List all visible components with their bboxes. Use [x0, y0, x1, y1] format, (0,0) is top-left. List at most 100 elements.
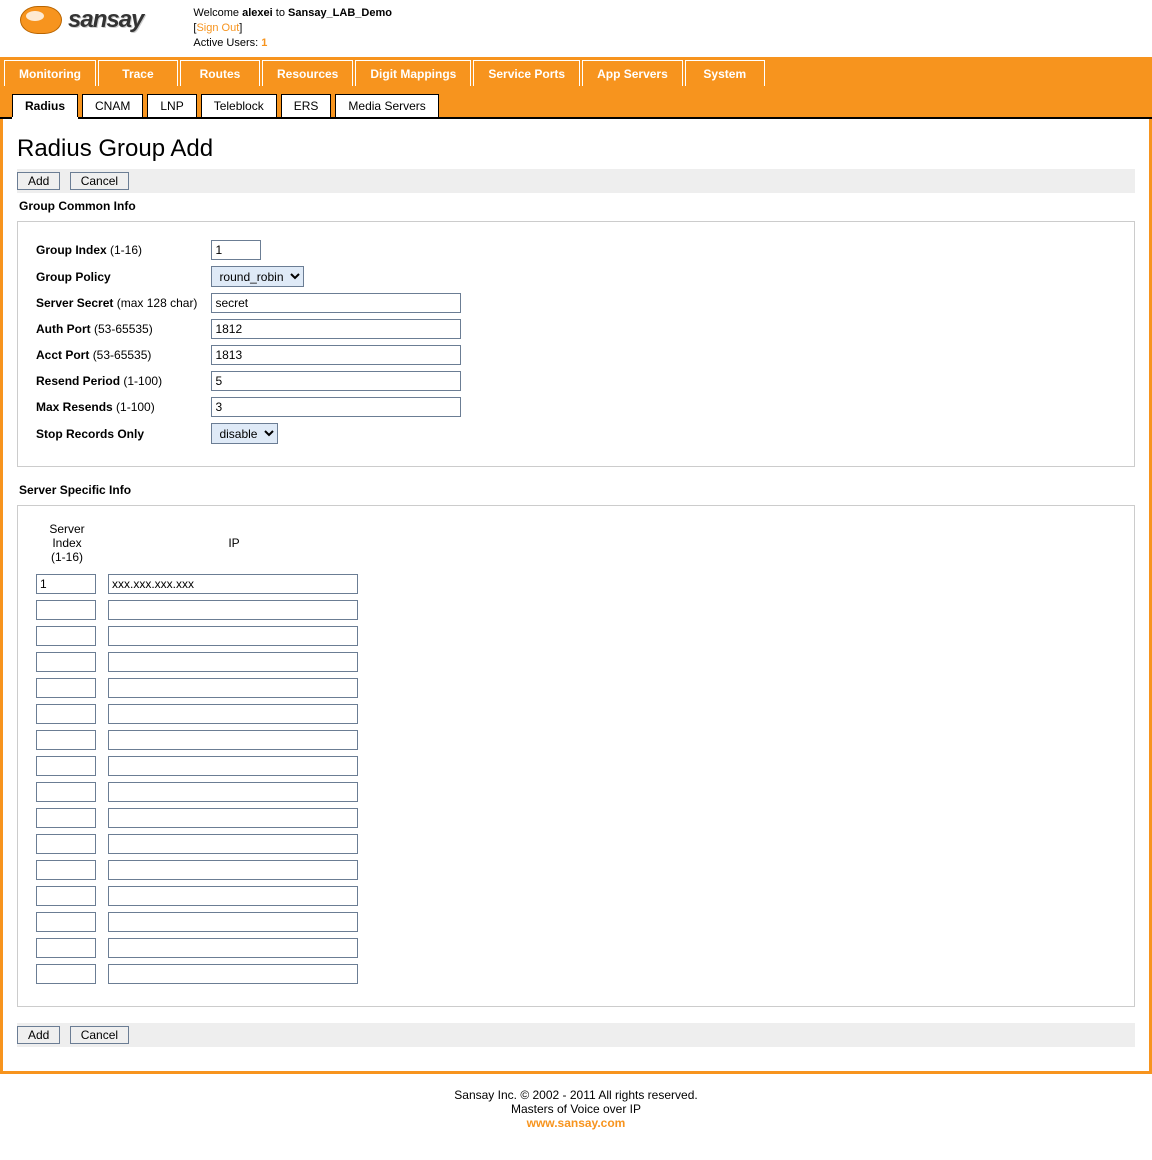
server-index-input[interactable]	[36, 678, 96, 698]
footer-tagline: Masters of Voice over IP	[0, 1102, 1152, 1116]
group-index-input[interactable]	[211, 240, 261, 260]
group-policy-label: Group Policy	[36, 270, 111, 284]
sub-tab-radius[interactable]: Radius	[12, 94, 78, 117]
server-ip-input[interactable]	[108, 704, 358, 724]
server-ip-input[interactable]	[108, 834, 358, 854]
resend-period-label: Resend Period	[36, 374, 120, 388]
footer: Sansay Inc. © 2002 - 2011 All rights res…	[0, 1074, 1152, 1160]
main-nav-system[interactable]: System	[685, 60, 765, 86]
server-ip-input[interactable]	[108, 678, 358, 698]
sub-tab-lnp[interactable]: LNP	[147, 94, 196, 117]
server-ip-input[interactable]	[108, 756, 358, 776]
logo-icon	[20, 6, 62, 34]
server-row	[32, 806, 364, 830]
footer-copyright: Sansay Inc. © 2002 - 2011 All rights res…	[0, 1088, 1152, 1102]
sub-tab-cnam[interactable]: CNAM	[82, 94, 143, 117]
cancel-button[interactable]: Cancel	[70, 172, 129, 190]
active-users-label: Active Users:	[193, 37, 258, 49]
logo: sansay	[20, 6, 143, 34]
group-policy-select[interactable]: round_robin	[211, 266, 304, 287]
server-index-input[interactable]	[36, 782, 96, 802]
main-nav-routes[interactable]: Routes	[180, 60, 260, 86]
main-nav: MonitoringTraceRoutesResourcesDigit Mapp…	[0, 57, 1152, 87]
auth-port-input[interactable]	[211, 319, 461, 339]
server-ip-input[interactable]	[108, 782, 358, 802]
server-ip-input[interactable]	[108, 626, 358, 646]
server-index-input[interactable]	[36, 652, 96, 672]
sign-out-link[interactable]: Sign Out	[196, 22, 239, 34]
server-ip-input[interactable]	[108, 730, 358, 750]
server-index-input[interactable]	[36, 600, 96, 620]
max-resends-input[interactable]	[211, 397, 461, 417]
auth-port-label: Auth Port	[36, 322, 91, 336]
server-index-input[interactable]	[36, 860, 96, 880]
server-ip-input[interactable]	[108, 886, 358, 906]
server-row	[32, 910, 364, 934]
server-index-input[interactable]	[36, 756, 96, 776]
server-secret-input[interactable]	[211, 293, 461, 313]
active-users-count: 1	[261, 37, 267, 49]
server-row	[32, 754, 364, 778]
server-row	[32, 598, 364, 622]
bottom-button-row: Add Cancel	[17, 1023, 1135, 1047]
main-nav-monitoring[interactable]: Monitoring	[4, 60, 96, 86]
server-ip-input[interactable]	[108, 808, 358, 828]
main-nav-resources[interactable]: Resources	[262, 60, 353, 86]
server-ip-input[interactable]	[108, 574, 358, 594]
main-nav-trace[interactable]: Trace	[98, 60, 178, 86]
sub-nav: RadiusCNAMLNPTeleblockERSMedia Servers	[0, 93, 1152, 119]
server-index-input[interactable]	[36, 574, 96, 594]
page-title: Radius Group Add	[17, 135, 1135, 163]
group-common-box: Group Index (1-16) Group Policy round_ro…	[17, 221, 1135, 467]
server-row	[32, 676, 364, 700]
server-index-input[interactable]	[36, 834, 96, 854]
server-ip-input[interactable]	[108, 912, 358, 932]
server-index-input[interactable]	[36, 886, 96, 906]
server-row	[32, 624, 364, 648]
server-index-input[interactable]	[36, 730, 96, 750]
server-ip-input[interactable]	[108, 964, 358, 984]
server-ip-input[interactable]	[108, 860, 358, 880]
stop-records-select[interactable]: disable	[211, 423, 278, 444]
footer-link[interactable]: www.sansay.com	[527, 1116, 626, 1130]
sub-tab-teleblock[interactable]: Teleblock	[201, 94, 277, 117]
server-ip-input[interactable]	[108, 938, 358, 958]
server-row	[32, 780, 364, 804]
resend-period-input[interactable]	[211, 371, 461, 391]
cancel-button-bottom[interactable]: Cancel	[70, 1026, 129, 1044]
server-index-input[interactable]	[36, 964, 96, 984]
group-common-title: Group Common Info	[19, 199, 1135, 213]
logo-text: sansay	[68, 6, 143, 34]
max-resends-hint: (1-100)	[116, 400, 155, 414]
acct-port-label: Acct Port	[36, 348, 89, 362]
server-ip-input[interactable]	[108, 652, 358, 672]
sub-tab-media-servers[interactable]: Media Servers	[335, 94, 438, 117]
server-row	[32, 728, 364, 752]
server-row	[32, 962, 364, 986]
add-button-bottom[interactable]: Add	[17, 1026, 60, 1044]
add-button[interactable]: Add	[17, 172, 60, 190]
acct-port-input[interactable]	[211, 345, 461, 365]
server-ip-header: IP	[104, 522, 364, 570]
server-row	[32, 650, 364, 674]
server-ip-input[interactable]	[108, 600, 358, 620]
welcome-username: alexei	[242, 7, 273, 19]
welcome-to: to	[276, 7, 285, 19]
main-nav-service-ports[interactable]: Service Ports	[473, 60, 580, 86]
server-index-input[interactable]	[36, 626, 96, 646]
welcome-block: Welcome alexei to Sansay_LAB_Demo [Sign …	[193, 6, 392, 51]
server-index-input[interactable]	[36, 808, 96, 828]
auth-port-hint: (53-65535)	[94, 322, 153, 336]
server-row	[32, 572, 364, 596]
main-nav-app-servers[interactable]: App Servers	[582, 60, 683, 86]
sub-tab-ers[interactable]: ERS	[281, 94, 332, 117]
server-index-input[interactable]	[36, 938, 96, 958]
welcome-system: Sansay_LAB_Demo	[288, 7, 392, 19]
server-index-input[interactable]	[36, 912, 96, 932]
server-row	[32, 832, 364, 856]
main-nav-digit-mappings[interactable]: Digit Mappings	[355, 60, 471, 86]
server-index-input[interactable]	[36, 704, 96, 724]
server-specific-title: Server Specific Info	[19, 483, 1135, 497]
server-specific-box: Server Index(1-16) IP	[17, 505, 1135, 1007]
resend-period-hint: (1-100)	[123, 374, 162, 388]
